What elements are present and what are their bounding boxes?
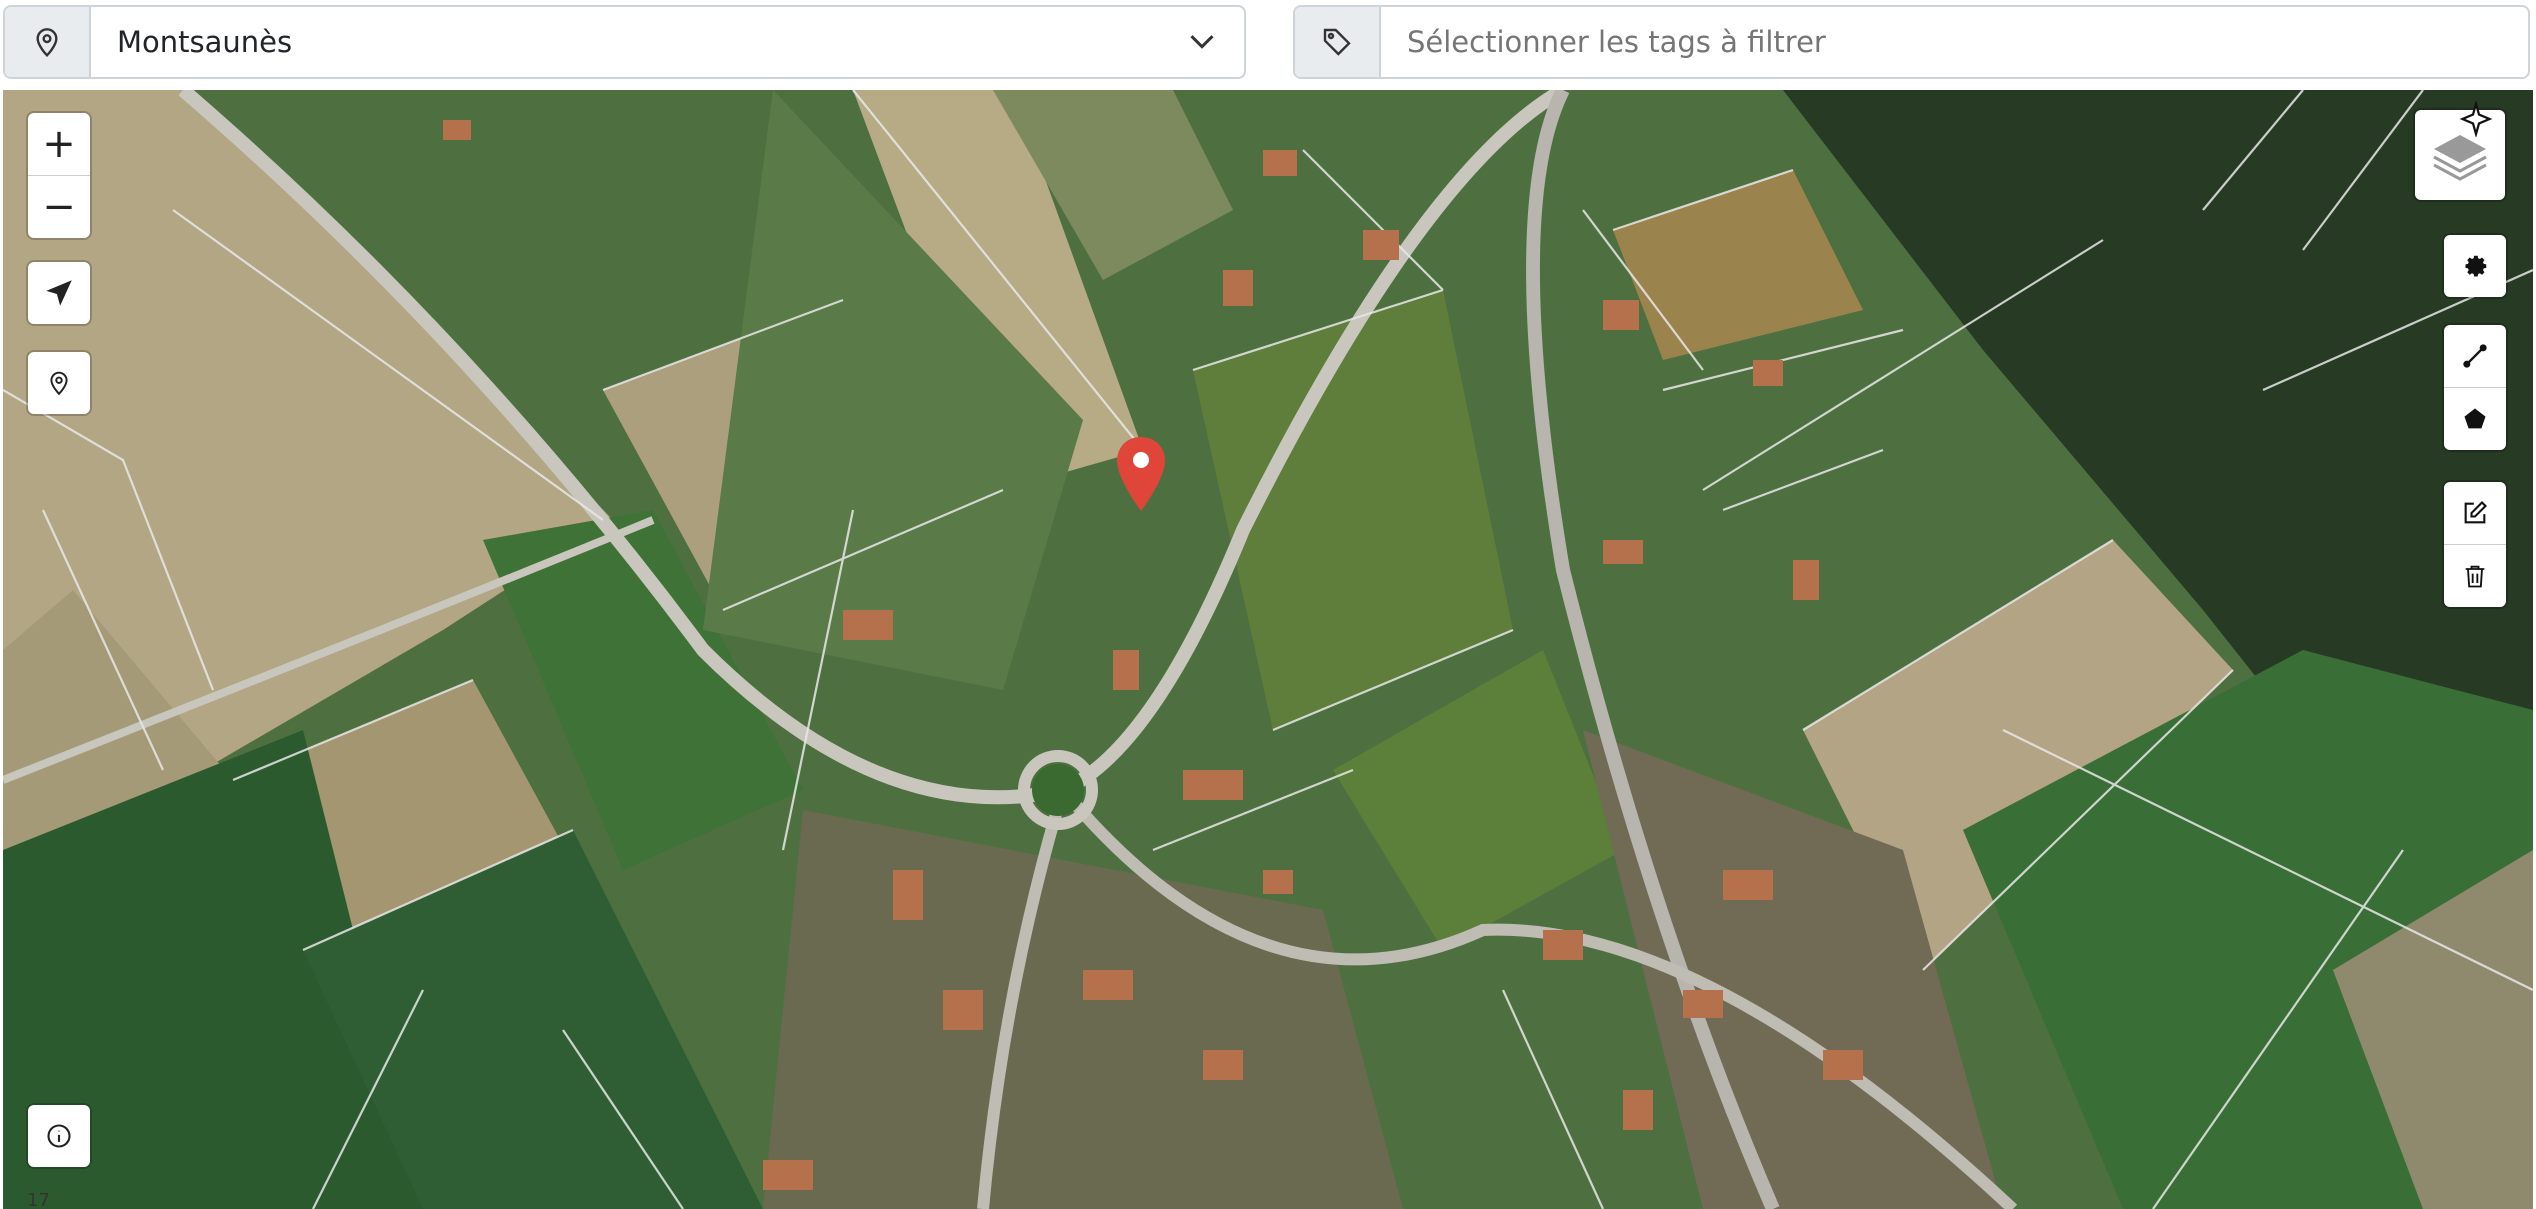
locate-control (28, 262, 90, 324)
edit-button[interactable] (2444, 482, 2506, 545)
satellite-map-imagery (3, 90, 2533, 1209)
map-pin-icon (50, 371, 68, 396)
chevron-down-icon[interactable] (1172, 32, 1232, 52)
edit-control (2444, 482, 2506, 607)
info-control (28, 1105, 90, 1167)
location-value: Montsaunès (117, 25, 293, 59)
zoom-out-button[interactable]: − (28, 176, 90, 238)
sparkle-button[interactable] (2445, 90, 2507, 150)
edit-icon (2464, 501, 2487, 524)
gear-icon (2465, 255, 2487, 277)
draw-polygon-icon (2464, 408, 2486, 429)
draw-line-button[interactable] (2444, 325, 2506, 388)
settings-control (2444, 235, 2506, 297)
tag-filter-input[interactable] (1381, 7, 2528, 77)
navigation-arrow-icon (46, 280, 72, 306)
locate-button[interactable] (28, 262, 90, 324)
location-select[interactable]: Montsaunès (3, 5, 1246, 79)
info-icon (47, 1124, 71, 1148)
draw-line-icon (2463, 344, 2487, 368)
settings-button[interactable] (2444, 235, 2506, 297)
pin-button[interactable] (28, 352, 90, 414)
map-pin-icon (5, 7, 91, 77)
sparkle-control (2445, 90, 2507, 150)
zoom-level: 17 (27, 1190, 50, 1209)
draw-polygon-button[interactable] (2444, 388, 2506, 450)
info-button[interactable] (28, 1105, 90, 1167)
top-bar: Montsaunès (0, 0, 2536, 90)
tag-icon (1295, 7, 1381, 77)
map-marker-icon (1117, 437, 1165, 511)
delete-button[interactable] (2444, 545, 2506, 607)
zoom-control: + − (28, 113, 90, 238)
zoom-in-button[interactable]: + (28, 113, 90, 176)
draw-control (2444, 325, 2506, 450)
map-view[interactable]: + − 17 (3, 90, 2533, 1209)
sparkle-icon (2459, 101, 2493, 137)
location-marker[interactable] (1115, 435, 1167, 519)
tag-filter[interactable] (1293, 5, 2530, 79)
pin-control (28, 352, 90, 414)
trash-icon (2465, 565, 2485, 588)
